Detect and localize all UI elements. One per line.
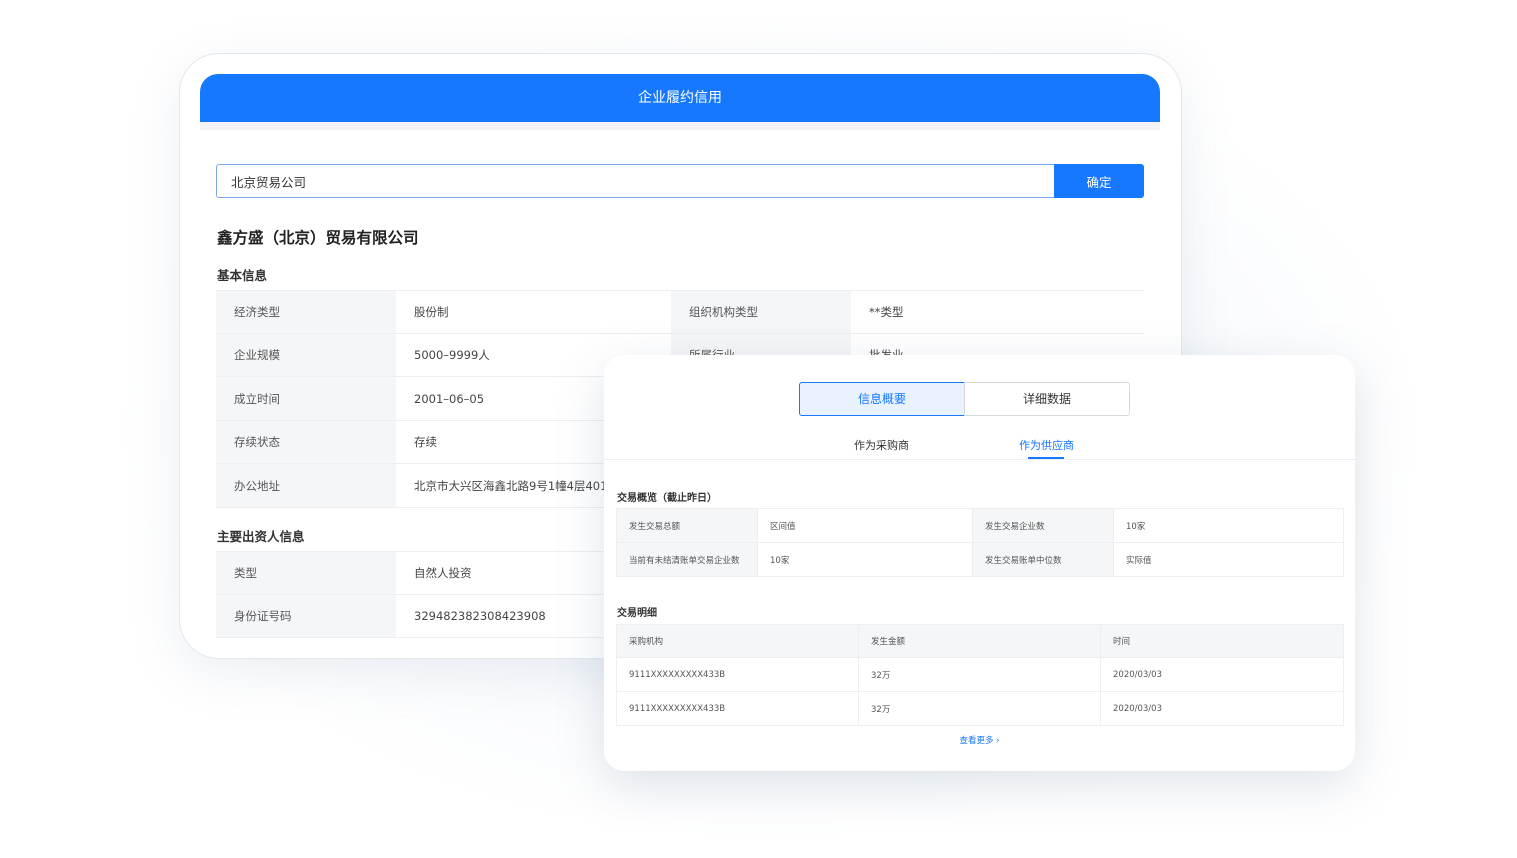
table-row: 当前有未结清账单交易企业数 10家 发生交易账单中位数 实际值 — [616, 542, 1344, 577]
investor-info-title: 主要出资人信息 — [217, 529, 305, 544]
label-cell: 身份证号码 — [216, 594, 396, 638]
label-cell: 办公地址 — [216, 463, 396, 508]
label-cell: 存续状态 — [216, 420, 396, 464]
table-row: 9111XXXXXXXXX433B 32万 2020/03/03 — [616, 691, 1344, 726]
label-cell: 成立时间 — [216, 376, 396, 421]
transaction-overview-panel: 信息概要 详细数据 作为采购商 作为供应商 交易概览（截止昨日） 发生交易总额 … — [604, 355, 1355, 771]
subtab-as-buyer[interactable]: 作为采购商 — [854, 437, 909, 453]
basic-info-title: 基本信息 — [217, 268, 268, 283]
label-cell: 当前有未结清账单交易企业数 — [616, 542, 758, 577]
label-cell: 类型 — [216, 551, 396, 595]
transaction-detail-table: 采购机构 发生金额 时间 9111XXXXXXXXX433B 32万 2020/… — [616, 624, 1344, 726]
label-cell: 发生交易总额 — [616, 508, 758, 543]
tab-info-summary[interactable]: 信息概要 — [799, 382, 965, 416]
confirm-button[interactable]: 确定 — [1054, 164, 1144, 198]
label-cell: 组织机构类型 — [671, 290, 851, 334]
header-divider — [200, 122, 1160, 130]
label-cell: 发生交易账单中位数 — [972, 542, 1114, 577]
overview-title: 交易概览（截止昨日） — [617, 493, 717, 504]
column-header: 采购机构 — [616, 624, 859, 658]
amount-cell: 32万 — [858, 657, 1101, 692]
company-search-input[interactable] — [216, 164, 1054, 198]
view-more-link[interactable]: 查看更多 › — [604, 734, 1355, 746]
date-cell: 2020/03/03 — [1100, 657, 1344, 692]
buyer-cell: 9111XXXXXXXXX433B — [616, 691, 859, 726]
overview-table: 发生交易总额 区间值 发生交易企业数 10家 当前有未结清账单交易企业数 10家… — [616, 508, 1344, 577]
label-cell: 企业规模 — [216, 333, 396, 377]
column-header: 时间 — [1100, 624, 1344, 658]
amount-cell: 32万 — [858, 691, 1101, 726]
value-cell: 10家 — [757, 542, 973, 577]
table-row: 9111XXXXXXXXX433B 32万 2020/03/03 — [616, 657, 1344, 692]
buyer-cell: 9111XXXXXXXXX433B — [616, 657, 859, 692]
value-cell: 实际值 — [1113, 542, 1344, 577]
tab-detail-data[interactable]: 详细数据 — [964, 382, 1130, 416]
value-cell: 10家 — [1113, 508, 1344, 543]
subtab-as-supplier[interactable]: 作为供应商 — [1019, 437, 1074, 453]
label-cell: 发生交易企业数 — [972, 508, 1114, 543]
value-cell: 区间值 — [757, 508, 973, 543]
company-name: 鑫方盛（北京）贸易有限公司 — [217, 229, 419, 247]
date-cell: 2020/03/03 — [1100, 691, 1344, 726]
table-row: 经济类型 股份制 组织机构类型 **类型 — [216, 290, 1144, 334]
subtab-divider — [604, 459, 1355, 460]
detail-title: 交易明细 — [617, 608, 657, 619]
value-cell: **类型 — [851, 290, 1144, 334]
value-cell: 股份制 — [396, 290, 671, 334]
panel-header: 企业履约信用 — [200, 74, 1160, 122]
column-header: 发生金额 — [858, 624, 1101, 658]
label-cell: 经济类型 — [216, 290, 396, 334]
table-header-row: 采购机构 发生金额 时间 — [616, 624, 1344, 658]
table-row: 发生交易总额 区间值 发生交易企业数 10家 — [616, 508, 1344, 543]
